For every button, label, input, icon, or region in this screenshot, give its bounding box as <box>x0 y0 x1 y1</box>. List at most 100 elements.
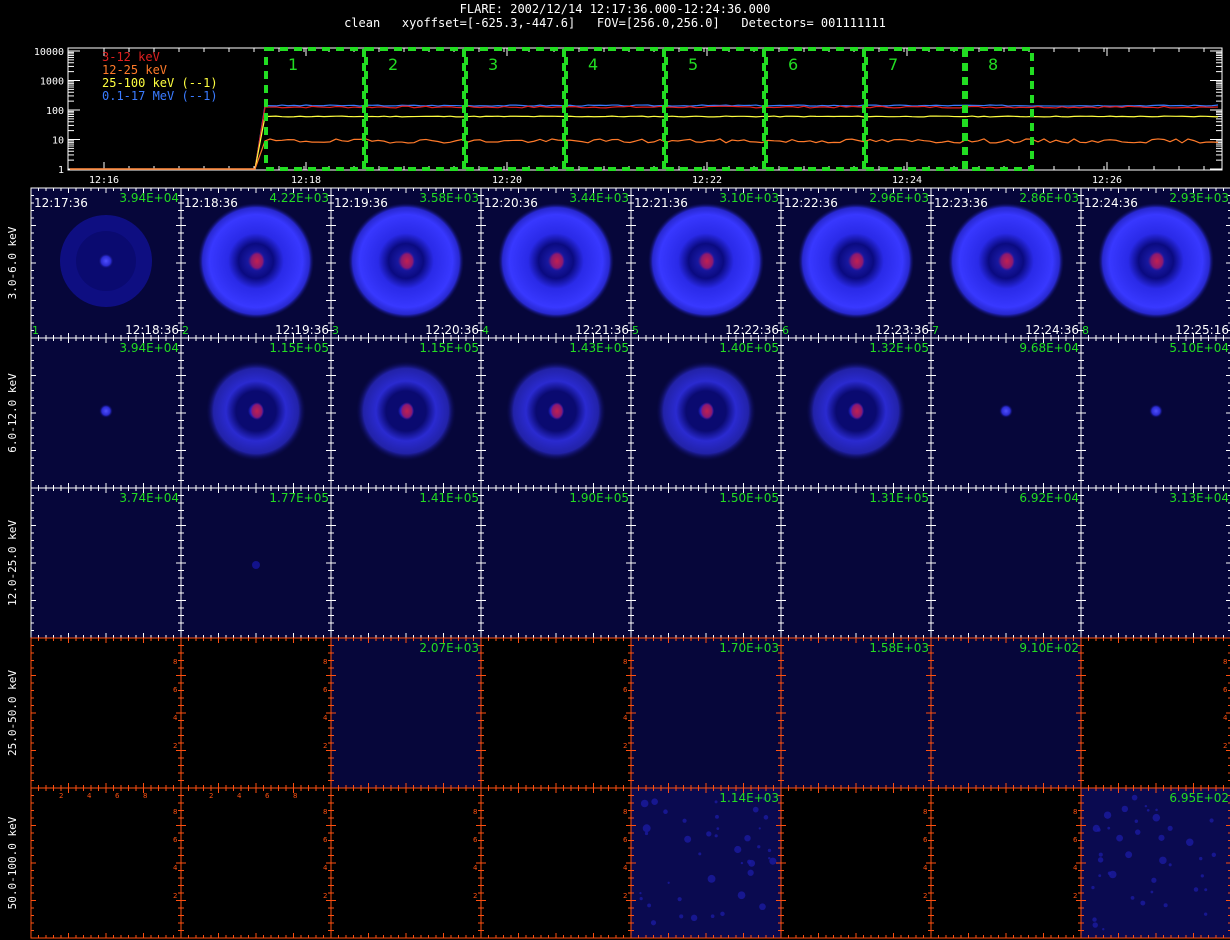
noise-blob <box>644 831 649 836</box>
axis-number: 4 <box>623 714 628 722</box>
axis-number: 8 <box>1073 808 1077 816</box>
noise-blob <box>1131 794 1138 801</box>
noise-blob <box>1159 856 1167 865</box>
max-value-label: 3.10E+03 <box>719 191 779 205</box>
image-background <box>631 638 781 788</box>
noise-blob <box>748 859 756 867</box>
image-cell: 2 4 6 8 <box>180 637 332 789</box>
image-cell: 1.14E+03 <box>630 787 782 939</box>
interval-start-time: 12:24:36 <box>1084 196 1138 210</box>
image-background <box>331 638 481 788</box>
noise-blob <box>682 818 687 823</box>
noise-blob <box>1155 808 1158 812</box>
axis-number: 6 <box>265 792 270 800</box>
max-value-label: 1.50E+05 <box>719 491 779 505</box>
axis-number: 6 <box>173 686 178 694</box>
image-background <box>181 788 331 938</box>
axis-number: 2 <box>209 792 213 800</box>
row-label-energy: 6.0-12.0 keV <box>6 373 19 453</box>
noise-blob <box>1144 804 1148 808</box>
image-cell: 1.41E+05 <box>330 487 482 639</box>
image-background <box>1081 638 1230 788</box>
image-cell: 3.44E+03 12:20:36 12:21:36 4 <box>480 187 632 339</box>
image-background <box>181 638 331 788</box>
image-grid: 3.0-6.0 keV 3.94E+04 12:17:36 12:18:36 1 4.22… <box>6 187 1230 939</box>
axis-number: 6 <box>623 836 628 844</box>
axis-number: 6 <box>923 836 928 844</box>
noise-blob <box>1152 813 1161 822</box>
noise-blob <box>767 848 772 853</box>
image-background <box>481 638 631 788</box>
max-value-label: 3.94E+04 <box>119 341 179 355</box>
interval-end-time: 12:20:36 <box>425 323 479 337</box>
image-cell: 2.96E+03 12:22:36 12:23:36 6 <box>780 187 932 339</box>
max-value-label: 2.07E+03 <box>419 641 479 655</box>
max-value-label: 1.90E+05 <box>569 491 629 505</box>
source-dot <box>1149 404 1163 418</box>
noise-blob <box>1134 829 1141 835</box>
noise-blob <box>714 834 718 838</box>
max-value-label: 1.32E+05 <box>869 341 929 355</box>
noise-blob <box>1209 818 1214 823</box>
noise-blob <box>650 920 657 926</box>
axis-number: 2 <box>323 892 327 900</box>
source-core <box>250 402 264 420</box>
noise-blob <box>757 845 761 849</box>
image-background <box>931 788 1081 938</box>
noise-blob <box>1125 851 1133 859</box>
noise-blob <box>752 806 759 813</box>
row-label-energy: 12.0-25.0 keV <box>6 520 19 606</box>
axis-number: 2 <box>623 892 627 900</box>
image-background <box>481 788 631 938</box>
axis-number: 6 <box>623 686 628 694</box>
noise-blob <box>740 861 744 865</box>
image-cell: 3.58E+03 12:19:36 12:20:36 3 <box>330 187 482 339</box>
axis-number: 2 <box>623 742 627 750</box>
noise-blob <box>715 814 719 819</box>
max-value-label: 1.15E+05 <box>419 341 479 355</box>
axis-number: 8 <box>143 792 147 800</box>
max-value-label: 3.94E+04 <box>119 191 179 205</box>
image-cell: 3.94E+04 <box>30 337 182 489</box>
axis-number: 4 <box>473 864 478 872</box>
image-background <box>931 638 1081 788</box>
noise-blob <box>677 897 682 902</box>
source-core <box>399 251 415 271</box>
source-core <box>550 402 564 420</box>
noise-blob <box>1092 922 1098 928</box>
noise-blob <box>1158 834 1165 841</box>
image-cell: 9.68E+04 <box>930 337 1082 489</box>
noise-blob <box>679 914 684 919</box>
interval-end-time: 12:23:36 <box>875 323 929 337</box>
image-background <box>1081 488 1230 638</box>
noise-field <box>631 788 781 938</box>
interval-index: 3 <box>332 324 339 337</box>
image-cell: 2 4 6 8 <box>480 787 632 939</box>
noise-blob <box>1091 885 1095 890</box>
noise-blob <box>1146 808 1150 812</box>
axis-number: 6 <box>1073 836 1078 844</box>
noise-blob <box>1203 912 1208 916</box>
interval-index: 6 <box>782 324 789 337</box>
axis-number: 6 <box>323 836 328 844</box>
image-cell: 2.07E+03 <box>330 637 482 789</box>
noise-blob <box>747 869 754 876</box>
interval-start-time: 12:21:36 <box>634 196 688 210</box>
noise-blob <box>1107 871 1112 876</box>
interval-start-time: 12:18:36 <box>184 196 238 210</box>
max-value-label: 2.86E+03 <box>1019 191 1079 205</box>
image-cell: 1.15E+05 <box>180 337 332 489</box>
noise-blob <box>1186 838 1194 846</box>
image-cell: 1.31E+05 <box>780 487 932 639</box>
noise-blob <box>698 852 702 856</box>
axis-number: 8 <box>623 808 627 816</box>
noise-blob <box>763 815 769 820</box>
axis-number: 4 <box>323 864 328 872</box>
image-cell: 6.95E+02 <box>1080 787 1230 939</box>
noise-blob <box>1098 852 1103 857</box>
image-cell: 2 4 6 8 <box>930 787 1082 939</box>
axis-number: 6 <box>115 792 120 800</box>
image-cell: 2 4 6 8 2 4 6 8 <box>180 787 332 939</box>
image-cell: 3.94E+04 12:17:36 12:18:36 1 <box>30 187 182 339</box>
axis-number: 2 <box>59 792 63 800</box>
